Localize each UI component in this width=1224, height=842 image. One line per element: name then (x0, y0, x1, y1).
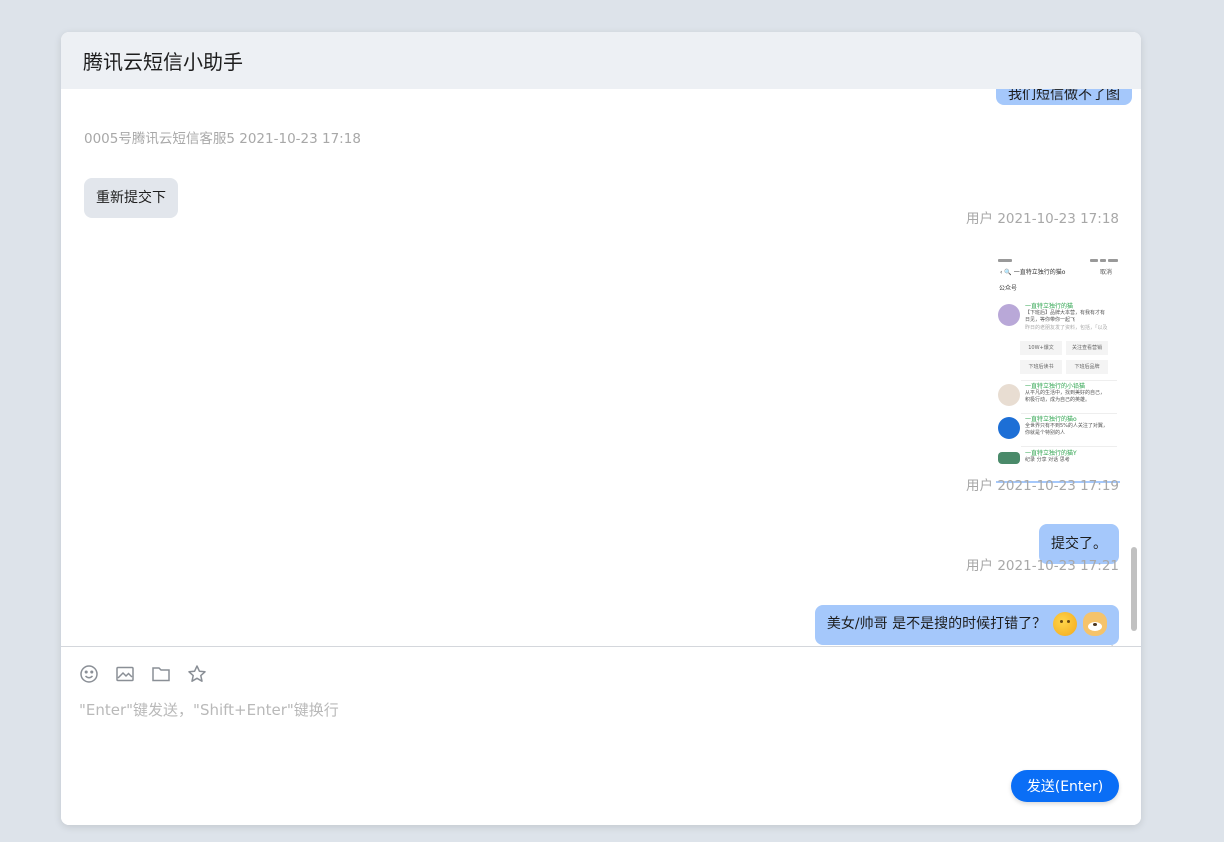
message-meta: 用户 2021-10-23 17:18 (966, 207, 1119, 227)
avatar (998, 384, 1020, 406)
message-bubble: 我们短信做不了图 (996, 89, 1132, 105)
folder-icon[interactable] (151, 664, 171, 684)
message-time: 2021-10-23 17:18 (239, 131, 361, 147)
message-input[interactable] (79, 699, 1119, 759)
image-icon[interactable] (115, 664, 135, 684)
image-search-bar: ‹ 🔍 一直特立独行的猫o 取消 (1000, 269, 1112, 276)
avatar (998, 452, 1020, 464)
sender-name: 用户 (966, 558, 994, 574)
thinking-face-emoji (1052, 612, 1077, 636)
image-entry: 一直特立独行的猫 【下班后】品牌大本营，有我有才有 日见，等你带你一起飞 昨日的… (998, 301, 1118, 381)
chat-header: 腾讯云短信小助手 (61, 32, 1141, 89)
message-time: 2021-10-23 17:21 (997, 558, 1119, 574)
message-time: 2021-10-23 17:18 (997, 211, 1119, 227)
emoji-icon[interactable] (79, 664, 99, 684)
image-entry: 一直特立独行的猫o 全世界只有不到5%的人关注了对翼， 你就是个特别的人 (998, 414, 1118, 446)
avatar (998, 304, 1020, 326)
status-bar (998, 259, 1118, 263)
scrollbar-thumb[interactable] (1131, 547, 1137, 631)
message-bubble: 重新提交下 (84, 178, 178, 218)
message-meta: 用户 2021-10-23 17:21 (966, 554, 1119, 574)
image-entry: 一直特立独行的小铅猫 从平凡的生活中，找到美好的自己， 积极行动，成为自己的英雄… (998, 381, 1118, 413)
message-list[interactable]: 我们短信做不了图 0005号腾讯云短信客服5 2021-10-23 17:18 … (61, 89, 1141, 646)
send-button[interactable]: 发送(Enter) (1011, 770, 1119, 802)
sender-name: 用户 (966, 478, 994, 494)
screenshot-image[interactable]: ‹ 🔍 一直特立独行的猫o 取消 公众号 一直特立独行的猫 【下班后】品牌大本营… (996, 257, 1120, 483)
sender-name: 用户 (966, 211, 994, 227)
doge-emoji (1083, 612, 1107, 636)
chat-window: 腾讯云短信小助手 我们短信做不了图 0005号腾讯云短信客服5 2021-10-… (61, 32, 1141, 825)
message-time: 2021-10-23 17:19 (997, 478, 1119, 494)
sender-name: 0005号腾讯云短信客服5 (84, 131, 235, 147)
composer-toolbar (79, 664, 207, 684)
avatar (998, 417, 1020, 439)
composer: 发送(Enter) (61, 646, 1141, 825)
star-icon[interactable] (187, 664, 207, 684)
image-section-title: 公众号 (999, 285, 1018, 292)
message-meta: 0005号腾讯云短信客服5 2021-10-23 17:18 (84, 127, 361, 147)
message-meta: 用户 2021-10-23 17:19 (966, 474, 1119, 494)
chat-title: 腾讯云短信小助手 (83, 50, 243, 74)
message-bubble: 美女/帅哥 是不是搜的时候打错了？ (814, 605, 1119, 645)
message-text: 美女/帅哥 是不是搜的时候打错了？ (826, 616, 1047, 632)
